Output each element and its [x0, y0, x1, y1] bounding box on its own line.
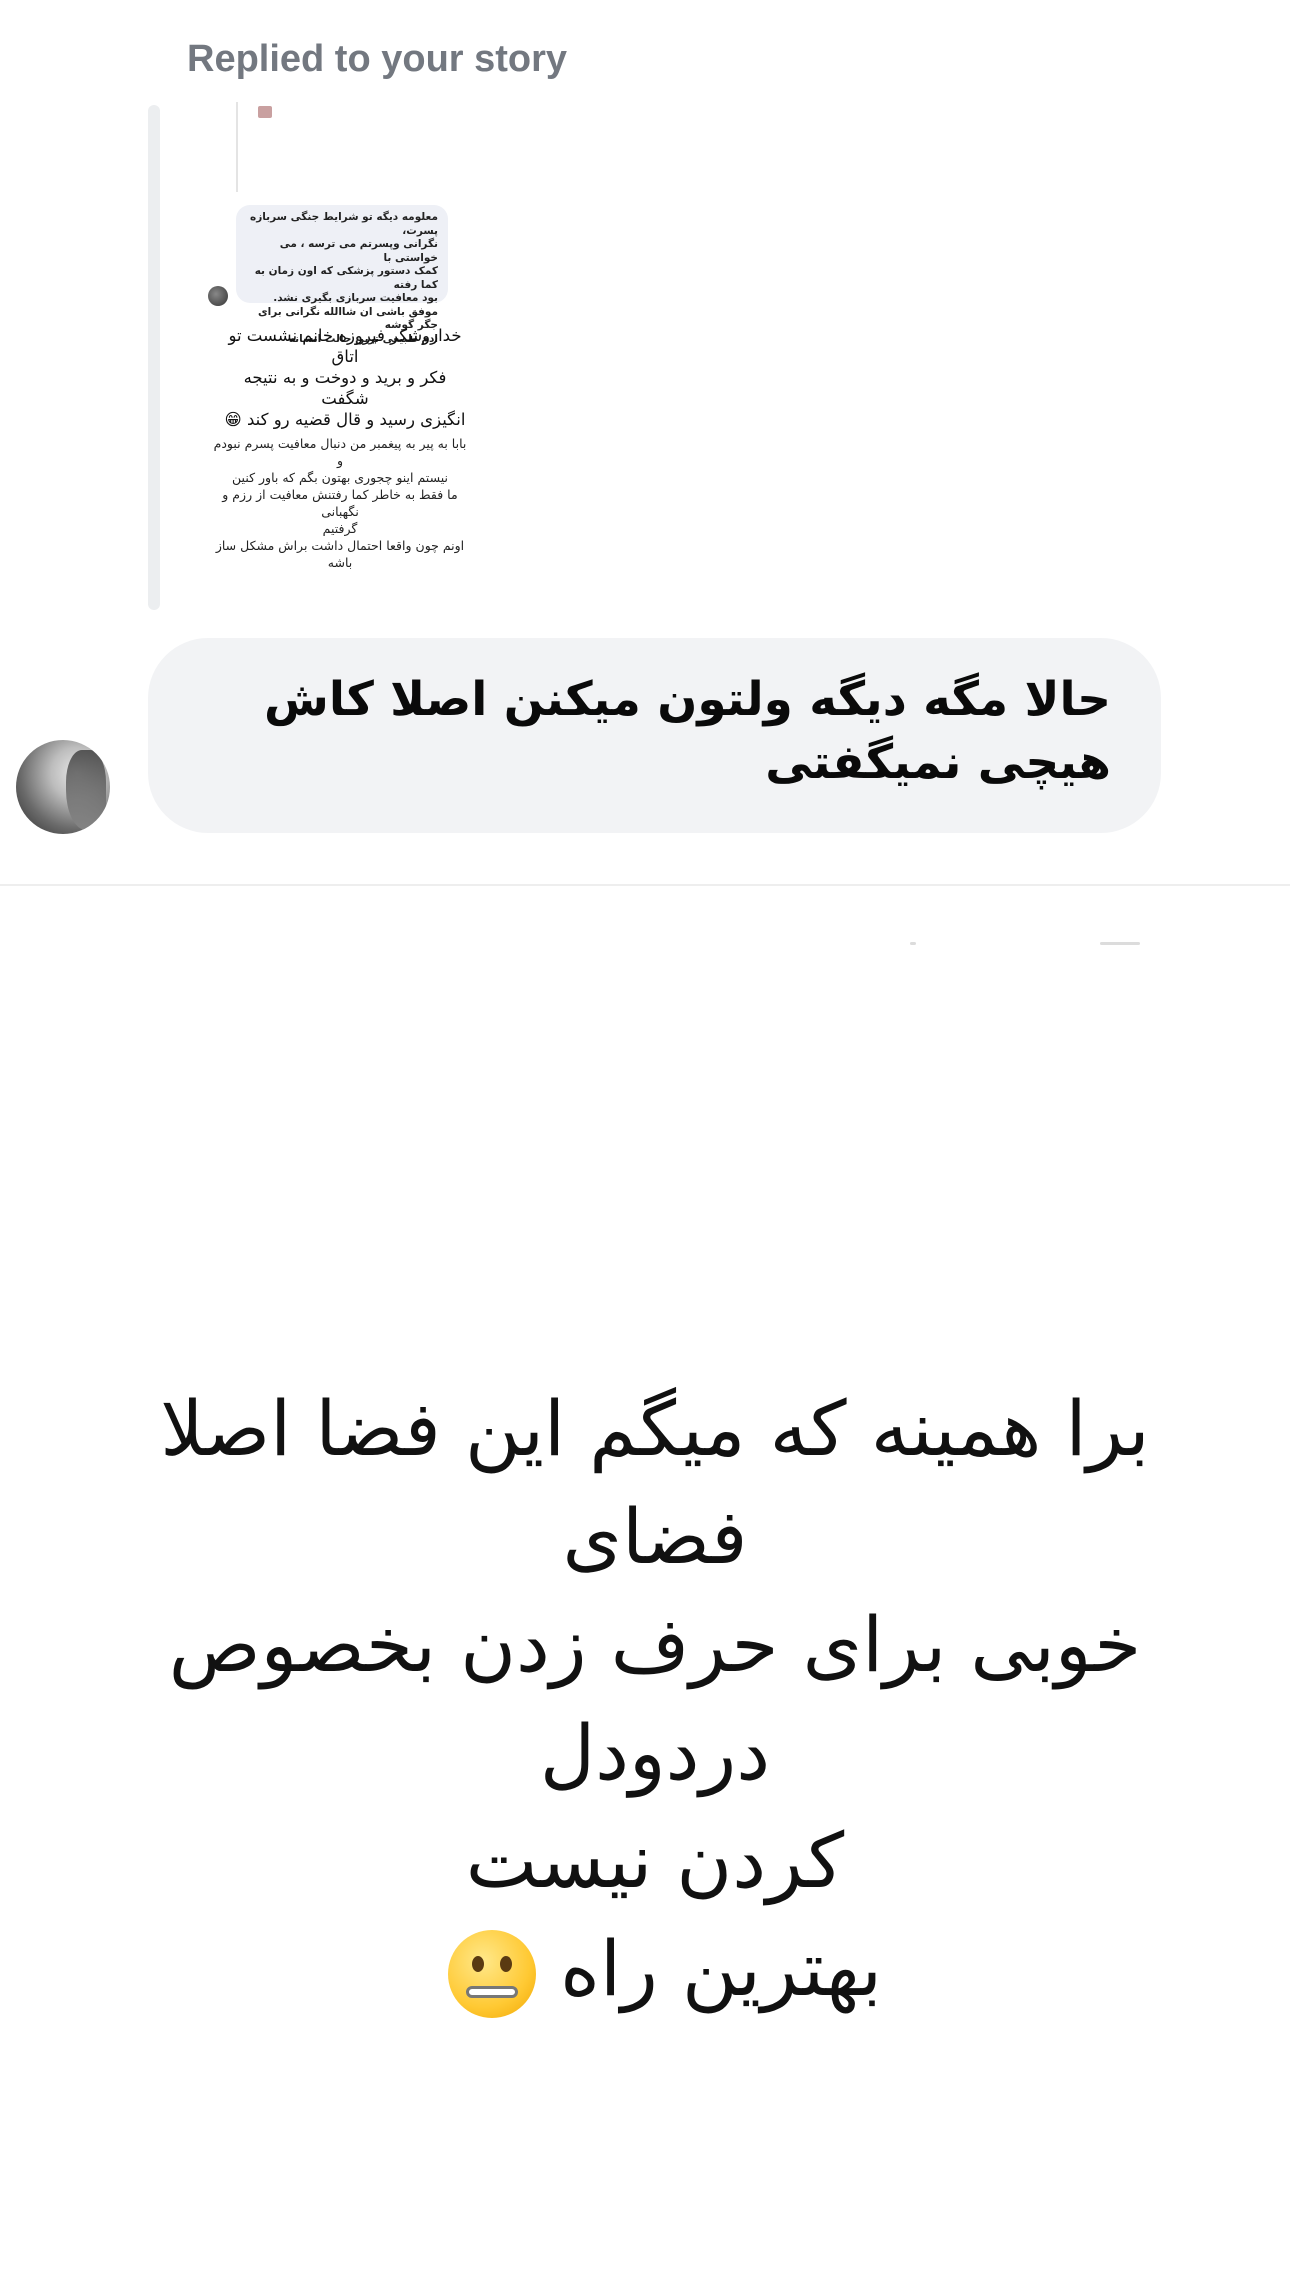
post-text: برا همینه که میگم این فضا اصلا فضای خوبی… [90, 1375, 1220, 2023]
story-thumb-top [236, 102, 308, 192]
story-preview-text-1: خداروشکر فیروزه خانم نشست تو اتاق فکر و … [224, 326, 466, 429]
post-line-4: بهترین راه [560, 1924, 883, 2013]
post-line-4-wrap: بهترین راه [90, 1915, 1220, 2023]
thumb-lines [246, 118, 302, 188]
thumb-image-icon [258, 106, 272, 118]
zipper-mouth-face-icon [447, 1930, 536, 2018]
message-bubble[interactable]: حالا مگه دیگه ولتون میکنن اصلا کاش هیچی … [148, 638, 1161, 833]
sender-avatar[interactable] [16, 740, 110, 834]
post-line-1: برا همینه که میگم این فضا اصلا فضای [160, 1384, 1150, 1581]
message-text: حالا مگه دیگه ولتون میکنن اصلا کاش هیچی … [263, 672, 1111, 790]
post-line-3: کردن نیست [465, 1816, 845, 1905]
post-line-2: خوبی برای حرف زدن بخصوص دردودل [168, 1600, 1142, 1797]
divider [0, 884, 1290, 886]
faint-marks [900, 942, 1160, 950]
story-preview-thumbnail[interactable]: معلومه دیگه تو شرایط جنگی سربازه پسرت، ن… [200, 100, 480, 570]
story-quote-bar [148, 105, 160, 610]
story-preview-avatar [208, 286, 228, 306]
story-preview-text-2: بابا به پیر به پیغمبر من دنبال معافیت پس… [213, 436, 467, 570]
story-preview-bubble: معلومه دیگه تو شرایط جنگی سربازه پسرت، ن… [236, 205, 448, 345]
replied-to-story-label: Replied to your story [187, 38, 568, 80]
avatar-hair [66, 750, 106, 830]
